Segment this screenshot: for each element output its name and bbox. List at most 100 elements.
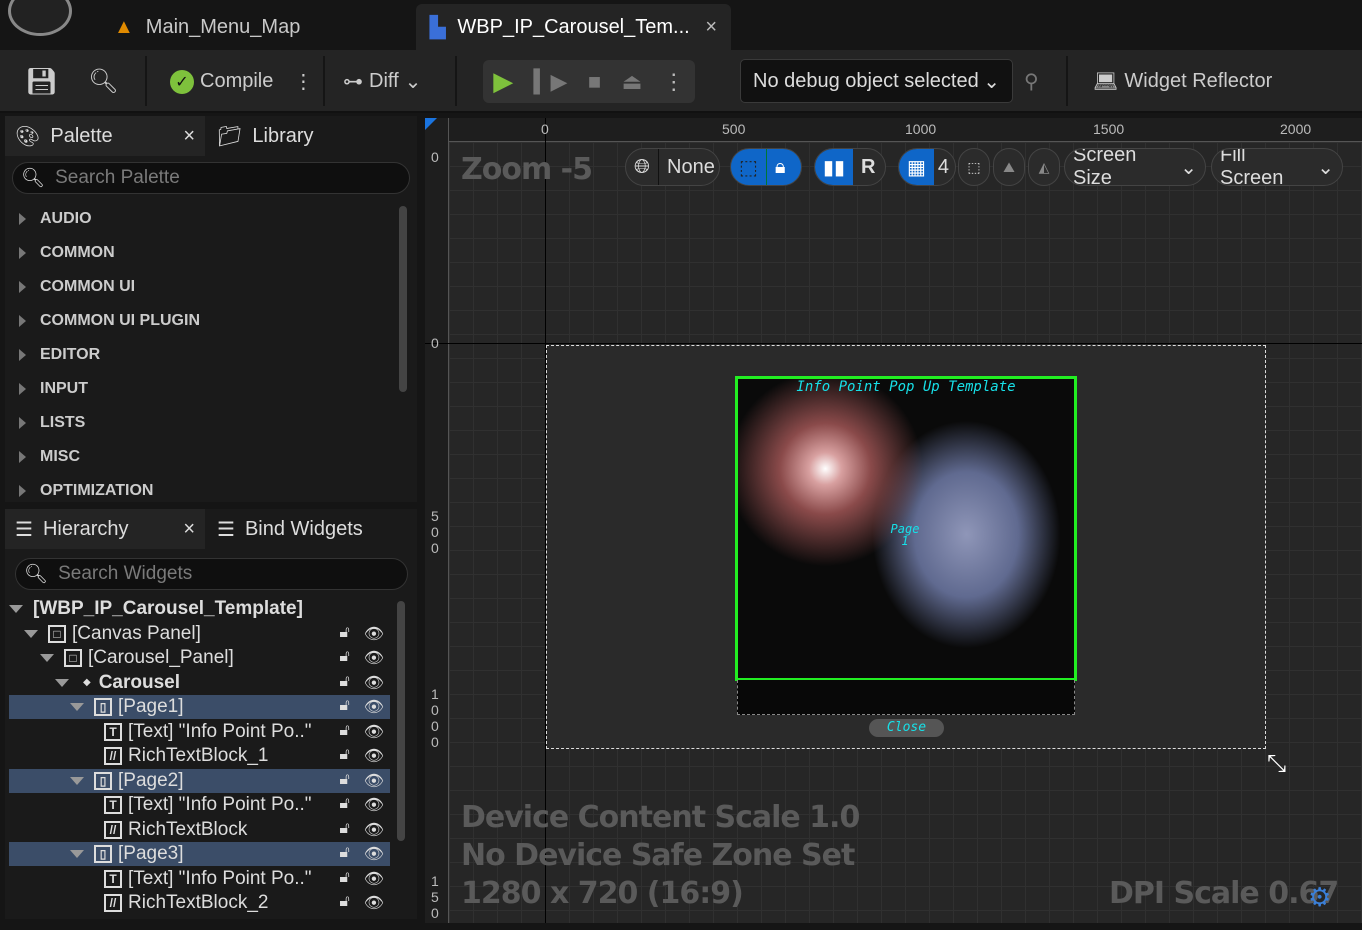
tree-item[interactable]: □ [Canvas Panel] 🔓︎ 👁︎ <box>9 622 390 646</box>
eject-icon[interactable]: ⏏ <box>622 69 643 95</box>
tab-library[interactable]: 📁︎ Library <box>207 116 324 156</box>
palette-category[interactable]: OPTIMIZATION <box>5 474 395 508</box>
collapse-arrow-icon[interactable] <box>9 605 23 613</box>
tree-item[interactable]: // RichTextBlock_2 🔓︎ 👁︎ <box>9 891 390 915</box>
background-image-button[interactable]: ⛰ <box>993 148 1025 186</box>
play-options-icon[interactable]: ⋮ <box>663 69 685 95</box>
marquee-icon[interactable]: ⬚ <box>731 149 766 185</box>
search-palette-input[interactable]: 🔍︎ Search Palette <box>12 162 410 194</box>
close-icon[interactable]: × <box>183 125 195 148</box>
collapse-arrow-icon[interactable] <box>70 703 84 711</box>
fill-screen-dropdown[interactable]: Fill Screen ⌄ <box>1211 148 1343 186</box>
visibility-eye-icon[interactable]: 👁︎ <box>364 697 384 717</box>
tree-item[interactable]: // RichTextBlock_1 🔓︎ 👁︎ <box>9 744 390 768</box>
compile-options-icon[interactable]: ⋮ <box>293 69 313 94</box>
compile-button[interactable]: ✓ Compile ⋮ <box>170 50 313 113</box>
visibility-eye-icon[interactable]: 👁︎ <box>364 844 384 864</box>
visibility-eye-icon[interactable]: 👁︎ <box>364 648 384 668</box>
layout-toggle[interactable]: ⬚ 🔒︎ <box>730 148 802 186</box>
designer-viewport[interactable]: 0 500 1000 1500 2000 0 0 500 1000 150 Zo… <box>425 118 1362 923</box>
visibility-eye-icon[interactable]: 👁︎ <box>364 869 384 889</box>
lock-open-icon[interactable]: 🔓︎ <box>339 771 349 791</box>
tree-item[interactable]: ▯ [Page1] 🔓︎ 👁︎ <box>9 695 390 719</box>
tab-widget-blueprint[interactable]: ▙ WBP_IP_Carousel_Tem... × <box>416 4 731 50</box>
lock-open-icon[interactable]: 🔓︎ <box>339 697 349 717</box>
debug-object-dropdown[interactable]: No debug object selected ⌄ <box>740 59 1013 103</box>
collapse-arrow-icon[interactable] <box>70 850 84 858</box>
tree-item[interactable]: T [Text] "Info Point Po.." 🔓︎ 👁︎ <box>9 793 390 817</box>
tab-palette[interactable]: 🎨︎ Palette × <box>5 116 205 156</box>
tree-item[interactable]: ▯ [Page3] 🔓︎ 👁︎ <box>9 842 390 866</box>
respect-locks-icon[interactable]: ▮▮ <box>815 149 854 185</box>
step-icon[interactable]: ▍▶ <box>534 69 568 95</box>
lock-open-icon[interactable]: 🔓︎ <box>339 844 349 864</box>
palette-category[interactable]: COMMON UI PLUGIN <box>5 304 395 338</box>
tab-hierarchy[interactable]: ☰ Hierarchy × <box>5 509 205 549</box>
search-widgets-input[interactable]: 🔍︎ Search Widgets <box>15 558 408 590</box>
collapse-arrow-icon[interactable] <box>55 678 69 687</box>
lock-open-icon[interactable]: 🔓︎ <box>339 795 349 815</box>
lock-open-icon[interactable]: 🔓︎ <box>339 746 349 766</box>
palette-category[interactable]: COMMON <box>5 236 395 270</box>
tree-item[interactable]: ◆ Carousel 🔓︎ 👁︎ <box>9 671 390 695</box>
tree-item[interactable]: ▯ [Page2] 🔓︎ 👁︎ <box>9 768 390 793</box>
grid-icon[interactable]: ▦ <box>899 149 934 185</box>
unreal-logo-icon[interactable] <box>8 0 72 36</box>
screen-size-dropdown[interactable]: Screen Size ⌄ <box>1064 148 1206 186</box>
visibility-eye-icon[interactable]: 👁︎ <box>364 820 384 840</box>
localization-toggle[interactable]: ▮▮ R <box>814 148 886 186</box>
lock-open-icon[interactable]: 🔓︎ <box>339 624 349 644</box>
dpi-settings-gear-icon[interactable]: ⚙ <box>1308 882 1331 913</box>
tree-item[interactable]: T [Text] "Info Point Po.." 🔓︎ 👁︎ <box>9 720 390 744</box>
visibility-eye-icon[interactable]: 👁︎ <box>364 771 384 791</box>
flip-button[interactable]: ◭ <box>1028 148 1060 186</box>
tree-item[interactable]: T [Text] "Info Point Po.." 🔓︎ 👁︎ <box>9 867 390 891</box>
r-label[interactable]: R <box>853 149 883 185</box>
palette-category[interactable]: AUDIO <box>5 202 395 236</box>
tab-main-menu-map[interactable]: ▲ Main_Menu_Map <box>100 4 314 50</box>
palette-category[interactable]: INPUT <box>5 372 395 406</box>
palette-scrollbar[interactable] <box>399 206 407 392</box>
visibility-eye-icon[interactable]: 👁︎ <box>364 795 384 815</box>
collapse-arrow-icon[interactable] <box>40 654 54 662</box>
browse-button[interactable]: 🔍︎ <box>88 50 118 113</box>
tree-item[interactable]: // RichTextBlock 🔓︎ 👁︎ <box>9 818 390 842</box>
widget-reflector-button[interactable]: 💻︎ Widget Reflector <box>1093 50 1272 113</box>
resize-handle-icon[interactable]: ⤡ <box>1267 750 1286 778</box>
save-button[interactable]: 💾︎ <box>25 50 58 113</box>
visibility-eye-icon[interactable]: 👁︎ <box>364 624 384 644</box>
diff-button[interactable]: ⊶ Diff ⌄ <box>343 50 421 113</box>
palette-category[interactable]: EDITOR <box>5 338 395 372</box>
tree-item[interactable]: □ [Carousel_Panel] 🔓︎ 👁︎ <box>9 646 390 670</box>
visibility-eye-icon[interactable]: 👁︎ <box>364 746 384 766</box>
palette-category[interactable]: COMMON UI <box>5 270 395 304</box>
lock-open-icon[interactable]: 🔓︎ <box>339 648 349 668</box>
lock-open-icon[interactable]: 🔓︎ <box>339 893 349 913</box>
grid-snap-value[interactable]: 4 <box>934 149 953 185</box>
hierarchy-scrollbar[interactable] <box>397 601 405 841</box>
lock-open-icon[interactable]: 🔓︎ <box>339 869 349 889</box>
palette-category[interactable]: LISTS <box>5 406 395 440</box>
info-point-popup[interactable]: Info Point Pop Up Template Page 1 <box>735 376 1077 681</box>
visibility-eye-icon[interactable]: 👁︎ <box>364 893 384 913</box>
preview-world-dropdown[interactable]: 🌐︎ None <box>625 148 720 186</box>
palette-category[interactable]: MISC <box>5 440 395 474</box>
close-button[interactable]: Close <box>869 719 944 737</box>
collapse-arrow-icon[interactable] <box>24 629 38 638</box>
close-tab-icon[interactable]: × <box>705 16 717 39</box>
lock-open-icon[interactable]: 🔓︎ <box>339 820 349 840</box>
tree-item[interactable]: [WBP_IP_Carousel_Template] <box>9 597 390 621</box>
close-icon[interactable]: × <box>183 518 195 541</box>
play-icon[interactable]: ▶ <box>493 66 513 97</box>
grid-snap-toggle[interactable]: ▦ 4 <box>898 148 956 186</box>
visibility-eye-icon[interactable]: 👁︎ <box>364 722 384 742</box>
stop-icon[interactable]: ■ <box>588 69 601 95</box>
lock-open-icon[interactable]: 🔓︎ <box>339 673 349 693</box>
tab-bind-widgets[interactable]: ☰ Bind Widgets <box>207 509 373 549</box>
select-mode-button[interactable]: ⬚ <box>958 148 990 186</box>
collapse-arrow-icon[interactable] <box>70 776 84 785</box>
lock-open-icon[interactable]: 🔓︎ <box>339 722 349 742</box>
debug-filter-button[interactable]: ⚲ <box>1024 50 1039 113</box>
lock-icon[interactable]: 🔒︎ <box>765 149 794 185</box>
visibility-eye-icon[interactable]: 👁︎ <box>364 673 384 693</box>
